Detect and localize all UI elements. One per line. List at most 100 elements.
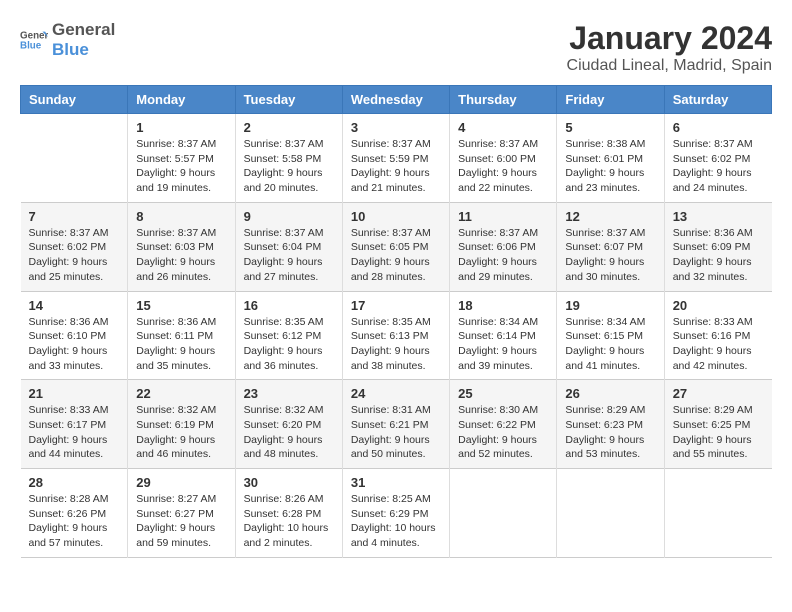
day-number: 29 bbox=[136, 475, 226, 490]
sunset-text: Sunset: 6:16 PM bbox=[673, 329, 764, 344]
day-number: 3 bbox=[351, 120, 441, 135]
day-info: Sunrise: 8:37 AM Sunset: 6:06 PM Dayligh… bbox=[458, 226, 548, 285]
daylight-text: Daylight: 10 hours and 4 minutes. bbox=[351, 521, 441, 550]
calendar-cell: 14 Sunrise: 8:36 AM Sunset: 6:10 PM Dayl… bbox=[21, 291, 128, 380]
sunrise-text: Sunrise: 8:37 AM bbox=[673, 137, 764, 152]
day-number: 21 bbox=[29, 386, 120, 401]
day-header-thursday: Thursday bbox=[450, 86, 557, 114]
sunrise-text: Sunrise: 8:36 AM bbox=[29, 315, 120, 330]
daylight-text: Daylight: 9 hours and 48 minutes. bbox=[244, 433, 334, 462]
calendar-cell: 13 Sunrise: 8:36 AM Sunset: 6:09 PM Dayl… bbox=[664, 202, 771, 291]
daylight-text: Daylight: 9 hours and 42 minutes. bbox=[673, 344, 764, 373]
day-info: Sunrise: 8:37 AM Sunset: 6:04 PM Dayligh… bbox=[244, 226, 334, 285]
day-number: 13 bbox=[673, 209, 764, 224]
sunset-text: Sunset: 6:10 PM bbox=[29, 329, 120, 344]
calendar-cell: 1 Sunrise: 8:37 AM Sunset: 5:57 PM Dayli… bbox=[128, 114, 235, 203]
day-info: Sunrise: 8:29 AM Sunset: 6:25 PM Dayligh… bbox=[673, 403, 764, 462]
calendar-cell bbox=[664, 469, 771, 558]
calendar-cell bbox=[557, 469, 664, 558]
daylight-text: Daylight: 9 hours and 33 minutes. bbox=[29, 344, 120, 373]
sunset-text: Sunset: 6:22 PM bbox=[458, 418, 548, 433]
daylight-text: Daylight: 9 hours and 50 minutes. bbox=[351, 433, 441, 462]
sunset-text: Sunset: 6:02 PM bbox=[29, 240, 120, 255]
sunrise-text: Sunrise: 8:37 AM bbox=[565, 226, 655, 241]
logo-text-general: General bbox=[52, 20, 115, 40]
daylight-text: Daylight: 9 hours and 53 minutes. bbox=[565, 433, 655, 462]
day-number: 30 bbox=[244, 475, 334, 490]
day-number: 14 bbox=[29, 298, 120, 313]
day-number: 1 bbox=[136, 120, 226, 135]
daylight-text: Daylight: 9 hours and 38 minutes. bbox=[351, 344, 441, 373]
daylight-text: Daylight: 9 hours and 20 minutes. bbox=[244, 166, 334, 195]
sunset-text: Sunset: 6:17 PM bbox=[29, 418, 120, 433]
sunrise-text: Sunrise: 8:37 AM bbox=[458, 226, 548, 241]
day-info: Sunrise: 8:37 AM Sunset: 5:57 PM Dayligh… bbox=[136, 137, 226, 196]
sunset-text: Sunset: 6:11 PM bbox=[136, 329, 226, 344]
calendar-cell: 24 Sunrise: 8:31 AM Sunset: 6:21 PM Dayl… bbox=[342, 380, 449, 469]
day-info: Sunrise: 8:26 AM Sunset: 6:28 PM Dayligh… bbox=[244, 492, 334, 551]
sunset-text: Sunset: 6:00 PM bbox=[458, 152, 548, 167]
day-number: 19 bbox=[565, 298, 655, 313]
daylight-text: Daylight: 9 hours and 32 minutes. bbox=[673, 255, 764, 284]
daylight-text: Daylight: 9 hours and 24 minutes. bbox=[673, 166, 764, 195]
daylight-text: Daylight: 9 hours and 59 minutes. bbox=[136, 521, 226, 550]
calendar-cell: 7 Sunrise: 8:37 AM Sunset: 6:02 PM Dayli… bbox=[21, 202, 128, 291]
day-header-tuesday: Tuesday bbox=[235, 86, 342, 114]
sunrise-text: Sunrise: 8:35 AM bbox=[351, 315, 441, 330]
calendar-cell: 20 Sunrise: 8:33 AM Sunset: 6:16 PM Dayl… bbox=[664, 291, 771, 380]
daylight-text: Daylight: 9 hours and 55 minutes. bbox=[673, 433, 764, 462]
daylight-text: Daylight: 9 hours and 39 minutes. bbox=[458, 344, 548, 373]
sunrise-text: Sunrise: 8:29 AM bbox=[673, 403, 764, 418]
day-info: Sunrise: 8:37 AM Sunset: 5:59 PM Dayligh… bbox=[351, 137, 441, 196]
day-info: Sunrise: 8:36 AM Sunset: 6:11 PM Dayligh… bbox=[136, 315, 226, 374]
day-header-saturday: Saturday bbox=[664, 86, 771, 114]
day-number: 2 bbox=[244, 120, 334, 135]
calendar-week-row: 14 Sunrise: 8:36 AM Sunset: 6:10 PM Dayl… bbox=[21, 291, 772, 380]
daylight-text: Daylight: 9 hours and 44 minutes. bbox=[29, 433, 120, 462]
day-number: 12 bbox=[565, 209, 655, 224]
day-info: Sunrise: 8:33 AM Sunset: 6:17 PM Dayligh… bbox=[29, 403, 120, 462]
day-info: Sunrise: 8:25 AM Sunset: 6:29 PM Dayligh… bbox=[351, 492, 441, 551]
day-number: 22 bbox=[136, 386, 226, 401]
day-number: 11 bbox=[458, 209, 548, 224]
logo-icon: General Blue bbox=[20, 26, 48, 54]
sunrise-text: Sunrise: 8:27 AM bbox=[136, 492, 226, 507]
day-info: Sunrise: 8:31 AM Sunset: 6:21 PM Dayligh… bbox=[351, 403, 441, 462]
daylight-text: Daylight: 9 hours and 29 minutes. bbox=[458, 255, 548, 284]
daylight-text: Daylight: 9 hours and 30 minutes. bbox=[565, 255, 655, 284]
day-info: Sunrise: 8:33 AM Sunset: 6:16 PM Dayligh… bbox=[673, 315, 764, 374]
calendar-cell: 16 Sunrise: 8:35 AM Sunset: 6:12 PM Dayl… bbox=[235, 291, 342, 380]
sunset-text: Sunset: 6:28 PM bbox=[244, 507, 334, 522]
day-info: Sunrise: 8:35 AM Sunset: 6:12 PM Dayligh… bbox=[244, 315, 334, 374]
sunrise-text: Sunrise: 8:25 AM bbox=[351, 492, 441, 507]
calendar-cell: 29 Sunrise: 8:27 AM Sunset: 6:27 PM Dayl… bbox=[128, 469, 235, 558]
day-number: 27 bbox=[673, 386, 764, 401]
day-number: 5 bbox=[565, 120, 655, 135]
sunrise-text: Sunrise: 8:37 AM bbox=[458, 137, 548, 152]
sunset-text: Sunset: 6:27 PM bbox=[136, 507, 226, 522]
sunrise-text: Sunrise: 8:37 AM bbox=[29, 226, 120, 241]
sunset-text: Sunset: 6:14 PM bbox=[458, 329, 548, 344]
sunrise-text: Sunrise: 8:37 AM bbox=[136, 226, 226, 241]
calendar-cell: 26 Sunrise: 8:29 AM Sunset: 6:23 PM Dayl… bbox=[557, 380, 664, 469]
day-header-friday: Friday bbox=[557, 86, 664, 114]
day-number: 10 bbox=[351, 209, 441, 224]
sunset-text: Sunset: 6:29 PM bbox=[351, 507, 441, 522]
sunset-text: Sunset: 6:21 PM bbox=[351, 418, 441, 433]
day-number: 6 bbox=[673, 120, 764, 135]
day-info: Sunrise: 8:35 AM Sunset: 6:13 PM Dayligh… bbox=[351, 315, 441, 374]
day-number: 4 bbox=[458, 120, 548, 135]
daylight-text: Daylight: 9 hours and 57 minutes. bbox=[29, 521, 120, 550]
sunset-text: Sunset: 6:09 PM bbox=[673, 240, 764, 255]
calendar-cell: 30 Sunrise: 8:26 AM Sunset: 6:28 PM Dayl… bbox=[235, 469, 342, 558]
sunrise-text: Sunrise: 8:33 AM bbox=[29, 403, 120, 418]
sunrise-text: Sunrise: 8:37 AM bbox=[136, 137, 226, 152]
day-info: Sunrise: 8:37 AM Sunset: 6:02 PM Dayligh… bbox=[673, 137, 764, 196]
sunset-text: Sunset: 6:07 PM bbox=[565, 240, 655, 255]
sunset-text: Sunset: 6:25 PM bbox=[673, 418, 764, 433]
daylight-text: Daylight: 10 hours and 2 minutes. bbox=[244, 521, 334, 550]
sunrise-text: Sunrise: 8:34 AM bbox=[565, 315, 655, 330]
day-info: Sunrise: 8:37 AM Sunset: 6:00 PM Dayligh… bbox=[458, 137, 548, 196]
calendar-cell: 17 Sunrise: 8:35 AM Sunset: 6:13 PM Dayl… bbox=[342, 291, 449, 380]
sunrise-text: Sunrise: 8:36 AM bbox=[673, 226, 764, 241]
